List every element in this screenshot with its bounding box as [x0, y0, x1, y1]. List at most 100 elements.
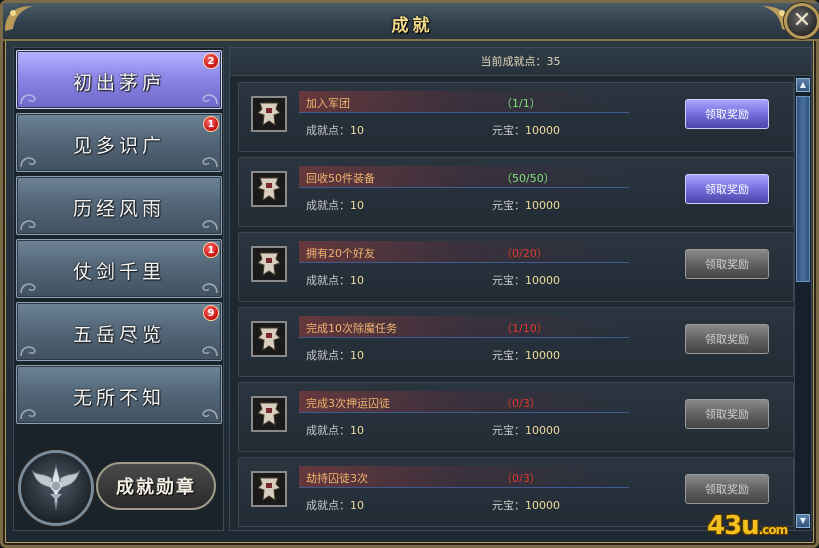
achievement-row: 拥有20个好友 （0/20） 成就点：10 元宝：10000 领取奖励	[238, 232, 794, 302]
points-prefix: 成就点：	[306, 124, 350, 137]
winged-sword-medal-icon[interactable]	[18, 450, 94, 526]
claim-reward-button[interactable]: 领取奖励	[685, 324, 769, 354]
claim-reward-button[interactable]: 领取奖励	[685, 399, 769, 429]
points-value: 10	[350, 424, 364, 437]
achievement-row: 完成10次除魔任务 （1/10） 成就点：10 元宝：10000 领取奖励	[238, 307, 794, 377]
achievement-row: 加入军团 （1/1） 成就点：10 元宝：10000 领取奖励	[238, 82, 794, 152]
achievement-name: 加入军团	[306, 97, 350, 110]
gold-value: 10000	[525, 199, 560, 212]
gold-value: 10000	[525, 274, 560, 287]
achievement-icon	[251, 246, 287, 282]
achievement-row: 完成3次押运囚徒 （0/3） 成就点：10 元宝：10000 领取奖励	[238, 382, 794, 452]
sidebar-category[interactable]: 历经风雨	[16, 176, 222, 235]
achievement-row: 回收50件装备 （50/50） 成就点：10 元宝：10000 领取奖励	[238, 157, 794, 227]
achievement-icon	[251, 396, 287, 432]
sidebar-category[interactable]: 初出茅庐 2	[16, 50, 222, 109]
achievement-icon	[251, 171, 287, 207]
gold-value: 10000	[525, 499, 560, 512]
achievement-gold-reward: 元宝：10000	[492, 422, 560, 438]
achievement-gold-reward: 元宝：10000	[492, 497, 560, 513]
achievement-name: 拥有20个好友	[306, 247, 375, 260]
achievement-window: 成就 ✕ 无所不知 五岳尽览 9 仗剑千里 1 历经风雨 见多识广 1 初出茅庐 2 成就勋章	[0, 0, 819, 548]
arrow-up-icon: ▲	[799, 80, 807, 89]
points-prefix: 成就点：	[306, 424, 350, 437]
gold-prefix: 元宝：	[492, 349, 525, 362]
close-icon: ✕	[792, 8, 812, 33]
medal-area: 成就勋章	[14, 440, 223, 530]
notification-badge: 1	[203, 116, 219, 132]
close-button[interactable]: ✕	[784, 3, 819, 39]
achievement-name: 完成10次除魔任务	[306, 322, 397, 335]
sidebar-category[interactable]: 仗剑千里 1	[16, 239, 222, 298]
gold-value: 10000	[525, 424, 560, 437]
watermark-suffix: .com	[758, 523, 788, 537]
achievement-progress: （0/3）	[501, 397, 541, 410]
scroll-thumb[interactable]	[796, 96, 810, 282]
category-sidebar: 无所不知 五岳尽览 9 仗剑千里 1 历经风雨 见多识广 1 初出茅庐 2 成就勋章	[13, 47, 224, 531]
points-value: 10	[350, 199, 364, 212]
achievement-gold-reward: 元宝：10000	[492, 347, 560, 363]
points-value: 10	[350, 349, 364, 362]
points-value: 10	[350, 124, 364, 137]
points-value: 10	[350, 274, 364, 287]
gold-prefix: 元宝：	[492, 499, 525, 512]
achievement-icon	[251, 96, 287, 132]
gold-value: 10000	[525, 124, 560, 137]
category-label: 见多识广	[72, 135, 165, 157]
claim-reward-button[interactable]: 领取奖励	[685, 174, 769, 204]
achievement-icon	[251, 471, 287, 507]
achievement-name: 完成3次押运囚徒	[306, 397, 390, 410]
category-label: 历经风雨	[72, 198, 165, 220]
points-prefix: 成就点：	[306, 349, 350, 362]
achievement-points: 当前成就点：35	[230, 48, 811, 76]
category-label: 仗剑千里	[72, 261, 165, 283]
gold-prefix: 元宝：	[492, 124, 525, 137]
notification-badge: 9	[203, 305, 219, 321]
claim-reward-button[interactable]: 领取奖励	[685, 249, 769, 279]
medal-button-label: 成就勋章	[116, 477, 196, 498]
achievement-progress: （50/50）	[501, 172, 555, 185]
gold-prefix: 元宝：	[492, 274, 525, 287]
claim-reward-button[interactable]: 领取奖励	[685, 474, 769, 504]
scroll-down-button[interactable]: ▼	[796, 514, 810, 528]
points-prefix: 成就点：	[306, 199, 350, 212]
achievement-progress: （1/10）	[501, 322, 548, 335]
achievement-points-reward: 成就点：10	[306, 422, 364, 438]
achievement-points-reward: 成就点：10	[306, 197, 364, 213]
achievement-name: 回收50件装备	[306, 172, 375, 185]
sidebar-category[interactable]: 见多识广 1	[16, 113, 222, 172]
achievement-progress: （1/1）	[501, 97, 541, 110]
claim-reward-button[interactable]: 领取奖励	[685, 99, 769, 129]
site-watermark: 43u.com	[707, 511, 788, 541]
notification-badge: 1	[203, 242, 219, 258]
arrow-down-icon: ▼	[799, 516, 807, 525]
scrollbar[interactable]: ▲ ▼	[794, 76, 811, 530]
notification-badge: 2	[203, 53, 219, 69]
achievement-points-reward: 成就点：10	[306, 272, 364, 288]
points-prefix: 成就点：	[306, 499, 350, 512]
achievement-gold-reward: 元宝：10000	[492, 197, 560, 213]
gold-prefix: 元宝：	[492, 424, 525, 437]
category-label: 五岳尽览	[72, 324, 165, 346]
achievement-points-reward: 成就点：10	[306, 122, 364, 138]
medal-button[interactable]: 成就勋章	[96, 462, 216, 510]
achievement-progress: （0/20）	[501, 247, 548, 260]
points-value: 10	[350, 499, 364, 512]
gold-prefix: 元宝：	[492, 199, 525, 212]
achievement-progress: （0/3）	[501, 472, 541, 485]
scroll-up-button[interactable]: ▲	[796, 78, 810, 92]
achievement-gold-reward: 元宝：10000	[492, 122, 560, 138]
achievement-gold-reward: 元宝：10000	[492, 272, 560, 288]
watermark-main: 43u	[707, 511, 760, 541]
points-prefix: 成就点：	[306, 274, 350, 287]
category-label: 无所不知	[72, 387, 165, 409]
achievement-points-reward: 成就点：10	[306, 497, 364, 513]
achievement-icon	[251, 321, 287, 357]
gold-value: 10000	[525, 349, 560, 362]
category-label: 初出茅庐	[72, 72, 165, 94]
achievement-points-reward: 成就点：10	[306, 347, 364, 363]
title-bar: 成就 ✕	[3, 3, 819, 41]
achievement-panel: 当前成就点：35 加入军团 （1/1） 成就点：10 元宝：10000 领取奖励 回收50…	[229, 47, 812, 531]
sidebar-category[interactable]: 五岳尽览 9	[16, 302, 222, 361]
sidebar-category[interactable]: 无所不知	[16, 365, 222, 424]
